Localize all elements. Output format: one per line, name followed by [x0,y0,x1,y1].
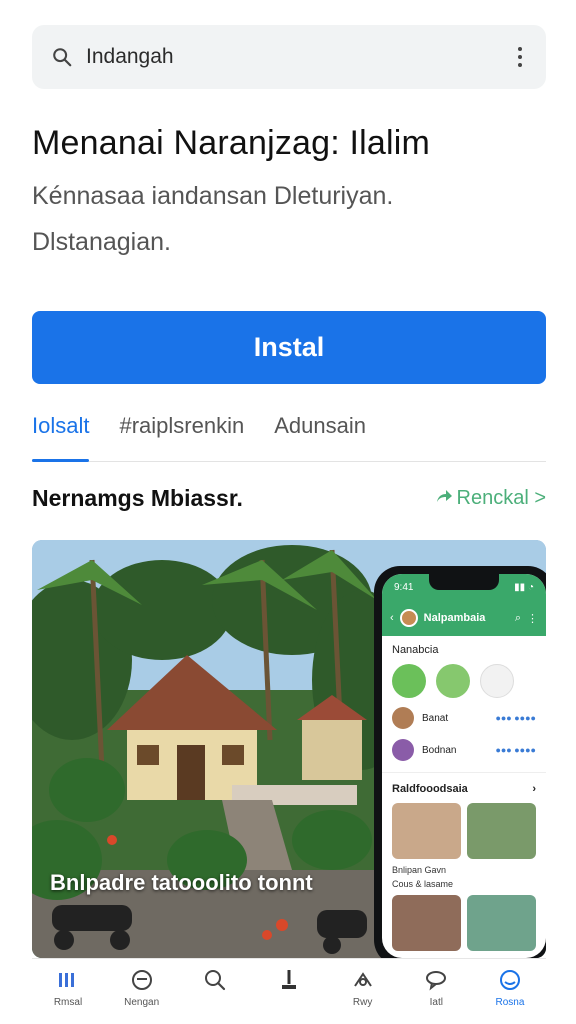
screenshot-preview[interactable]: Bnlpadre tatooolito tonnt 9:41 ▮▮ ◔ ‹ Na… [32,540,546,958]
phone-quick-actions [382,660,546,702]
photo-thumbnail [392,895,461,951]
apps-icon [350,967,376,993]
section-title: Nernamgs Mbiassr. [32,485,243,511]
nav-label: Iatl [429,997,443,1008]
tab-bar: Iolsalt #raiplsrenkin Adunsain [32,400,546,462]
back-icon: ‹ [390,612,394,624]
preview-caption: Bnlpadre tatooolito tonnt [50,870,313,895]
phone-app-title: Nalpambaia [423,612,486,624]
gamepad-icon [129,967,155,993]
phone-screen: 9:41 ▮▮ ◔ ‹ Nalpambaia ⌕ ⋮ Nanabcia Bana… [382,574,546,958]
avatar [392,707,414,729]
chevron-right-icon: › [532,783,536,795]
photo-thumbnail [467,895,536,951]
nav-account[interactable]: Rosna [480,967,540,1024]
photo-caption: Cous & lasame [392,879,454,889]
nav-library[interactable]: Rmsal [38,967,98,1024]
phone-notch [429,574,499,590]
status-time: 9:41 [394,581,414,593]
search-bar[interactable]: Indangah [32,25,546,89]
nav-chat[interactable]: Iatl [406,967,466,1024]
avatar [392,739,414,761]
phone-section-label-text: Raldfooodsaia [392,783,468,795]
phone-photo-grid [382,891,546,955]
nav-label: Rmsal [53,997,83,1008]
tab-reviews[interactable]: Adunsain [274,400,366,461]
section-see-more-link[interactable]: Renckal > [435,487,547,510]
nav-label: Rwy [352,997,373,1008]
photo-thumbnail [467,803,536,859]
phone-app-bar: ‹ Nalpambaia ⌕ ⋮ [382,600,546,636]
joystick-icon [276,967,302,993]
tab-overview[interactable]: Iolsalt [32,400,90,462]
arrow-share-icon [435,487,453,510]
install-button[interactable]: Instal [32,311,546,384]
app-description: Kénnasaa iandansan Dleturiyan. [32,182,394,210]
quick-action-icon [392,664,426,698]
more-vert-icon[interactable] [510,45,530,69]
nav-label: Rosna [495,997,525,1008]
list-item-name: Bodnan [422,744,457,756]
search-icon [50,45,74,69]
nav-search[interactable] [185,967,245,1024]
phone-mockup: 9:41 ▮▮ ◔ ‹ Nalpambaia ⌕ ⋮ Nanabcia Bana… [374,566,546,958]
list-item-name: Banat [422,712,449,724]
more-vert-icon: ⋮ [527,612,538,625]
nav-games[interactable]: Nengan [112,967,172,1024]
bottom-navigation: Rmsal Nengan Rwy Iatl Rosna [32,958,546,1024]
tab-details[interactable]: #raiplsrenkin [119,400,244,461]
list-item: Bodnan ●●● ●●●● [382,734,546,766]
avatar [399,609,418,627]
account-icon [497,967,523,993]
signal-icon: ▮▮ ◔ [514,581,534,593]
phone-section-label: Nanabcia [392,644,439,656]
nav-label: Nengan [124,997,160,1008]
quick-action-icon [480,664,514,698]
nav-joystick[interactable] [259,967,319,1024]
chat-icon [423,967,449,993]
photo-thumbnail [392,803,461,859]
photo-caption: Bnlipan Gavn [392,865,447,875]
nav-apps[interactable]: Rwy [333,967,393,1024]
search-icon: ⌕ [514,611,521,624]
quick-action-icon [436,664,470,698]
list-item-value: ●●● ●●●● [495,745,536,755]
list-item-value: ●●● ●●●● [495,713,536,723]
search-query[interactable]: Indangah [86,45,510,69]
phone-photo-grid [382,799,546,863]
list-item: Banat ●●● ●●●● [382,702,546,734]
library-icon [55,967,81,993]
app-description-secondary: Dlstanagian. [32,228,171,256]
search-icon [202,967,228,993]
see-more-label: Renckal > [456,487,547,509]
app-title: Menanai Naranjzag: Ilalim [32,124,431,162]
phone-section-title: Raldfooodsaia › [382,772,546,799]
